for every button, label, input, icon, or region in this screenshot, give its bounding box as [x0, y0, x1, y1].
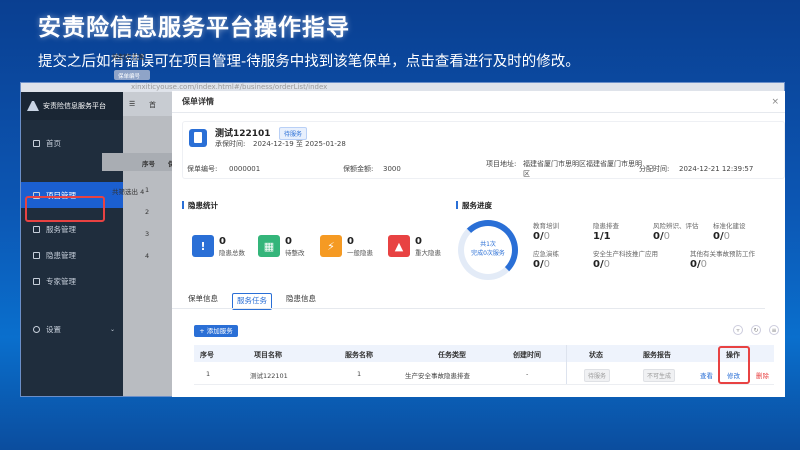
alert-icon: ! — [192, 235, 214, 257]
highlight-box-edit — [718, 346, 750, 384]
filter-icon[interactable]: ▿ — [733, 325, 743, 335]
progress-section-title: 服务进度 — [456, 200, 492, 211]
delete-link[interactable]: 删除 — [756, 370, 769, 380]
add-service-button[interactable]: + 添加服务 — [194, 325, 238, 337]
policy-name: 测试122101 — [215, 129, 271, 139]
amount-value: 3000 — [383, 165, 401, 173]
refresh-icon[interactable]: ↻ — [751, 325, 761, 335]
policy-card: 测试122101 待服务 承保时间: 2024-12-19 至 2025-01-… — [182, 121, 785, 179]
sidebar-item-settings[interactable]: 设置 ⌄ — [21, 316, 123, 342]
progress-item: 安全生产科技推广应用 0/0 — [593, 250, 658, 270]
logo-icon — [27, 101, 39, 111]
row-service: 1 — [357, 370, 362, 378]
progress-item: 隐患排查 1/1 — [593, 222, 619, 242]
amount-label: 保额金额: — [343, 165, 374, 173]
hazard-total-value: 0 — [219, 235, 226, 247]
document-icon — [189, 129, 207, 147]
progress-item: 其他有关事故预防工作 0/0 — [690, 250, 755, 270]
close-icon[interactable]: × — [771, 97, 779, 107]
progress-item: 教育培训 0/0 — [533, 222, 559, 242]
bg-col-seq: 序号 — [142, 160, 155, 168]
hazard-pending-value: 0 — [285, 235, 292, 247]
tab-divider — [172, 308, 765, 309]
sidebar-item-expert[interactable]: 专家管理 — [21, 268, 123, 294]
hazard-major: ▲ 0 重大隐患 — [388, 235, 441, 257]
row-divider — [194, 384, 774, 385]
background-tab[interactable]: 首 — [149, 100, 156, 110]
ring-line1: 共1次 — [480, 241, 496, 248]
sidebar: 安责险信息服务平台 首页 项目管理 服务管理 隐患管理 专家管理 设置 ⌄ — [21, 92, 123, 396]
modal-title: 保单详情 — [172, 91, 785, 113]
policy-no-value: 0000001 — [229, 165, 261, 173]
row-project: 测试122101 — [250, 372, 288, 380]
chevron-down-icon: ⌄ — [109, 325, 115, 333]
bg-row: 4 — [145, 252, 150, 260]
bg-filter2: 保单编号 — [118, 74, 141, 80]
highlight-box-sidebar — [25, 196, 105, 222]
bg-filter1: 待制定方案 — [112, 53, 145, 61]
period-value: 2024-12-19 至 2025-01-28 — [253, 140, 346, 148]
lightning-icon: ⚡ — [320, 235, 342, 257]
pending-icon: ▦ — [258, 235, 280, 257]
assign-value: 2024-12-21 12:39:57 — [679, 165, 754, 173]
bg-row: 1 — [145, 186, 150, 194]
row-task-type: 生产安全事故隐患排查 — [405, 372, 470, 380]
hazard-major-label: 重大隐患 — [415, 248, 441, 257]
period-label: 承保时间: — [215, 140, 246, 148]
ring-line2: 完成0次服务 — [471, 250, 505, 257]
col-task-type: 任务类型 — [438, 351, 466, 359]
hazard-general-label: 一般隐患 — [347, 248, 373, 257]
sidebar-item-hazard[interactable]: 隐患管理 — [21, 242, 123, 268]
hazard-total: ! 0 隐患总数 — [192, 235, 245, 257]
hazard-general: ⚡ 0 一般隐患 — [320, 235, 373, 257]
columns-icon[interactable]: ≡ — [769, 325, 779, 335]
col-project: 项目名称 — [254, 351, 282, 359]
col-service: 服务名称 — [345, 351, 373, 359]
row-report-badge: 不可生成 — [643, 369, 676, 382]
assign-label: 分配时间: — [639, 165, 670, 173]
col-seq: 序号 — [200, 351, 214, 359]
bg-row: 2 — [145, 208, 150, 216]
progress-item: 风险辨识、评估 0/0 — [653, 222, 699, 242]
logo: 安责险信息服务平台 — [21, 92, 123, 120]
bg-table-header — [102, 153, 172, 171]
view-link[interactable]: 查看 — [700, 370, 713, 380]
app-title: 安责险信息服务平台 — [43, 102, 106, 110]
progress-item: 应急演练 0/0 — [533, 250, 559, 270]
hazard-pending-label: 待整改 — [285, 248, 305, 257]
col-created: 创建时间 — [513, 351, 541, 359]
col-status: 状态 — [589, 351, 603, 359]
row-seq: 1 — [206, 370, 211, 378]
hazard-general-value: 0 — [347, 235, 354, 247]
siren-icon: ▲ — [388, 235, 410, 257]
hazard-major-value: 0 — [415, 235, 422, 247]
hazard-icon — [33, 251, 40, 259]
row-created: - — [526, 370, 529, 378]
row-status-badge: 待服务 — [584, 369, 611, 382]
bg-row: 3 — [145, 230, 150, 238]
home-icon — [33, 139, 40, 147]
column-divider — [566, 345, 567, 385]
hazard-section-title: 隐患统计 — [182, 200, 218, 211]
service-icon — [33, 225, 40, 233]
slide-title: 安责险信息服务平台操作指导 — [38, 15, 350, 41]
hazard-total-label: 隐患总数 — [219, 248, 245, 257]
col-report: 服务报告 — [643, 351, 671, 359]
bg-count: 共筛选出 4 — [112, 188, 145, 196]
expert-icon — [33, 277, 40, 285]
gear-icon — [33, 325, 40, 333]
menu-icon[interactable]: ☰ — [129, 100, 135, 108]
policy-no-label: 保单编号: — [187, 165, 218, 173]
progress-item: 标准化建设 0/0 — [713, 222, 746, 242]
hazard-pending: ▦ 0 待整改 — [258, 235, 305, 257]
address-label: 项目地址: — [486, 160, 517, 168]
address-value: 福建省厦门市思明区福建省厦门市思明区 — [523, 160, 642, 178]
